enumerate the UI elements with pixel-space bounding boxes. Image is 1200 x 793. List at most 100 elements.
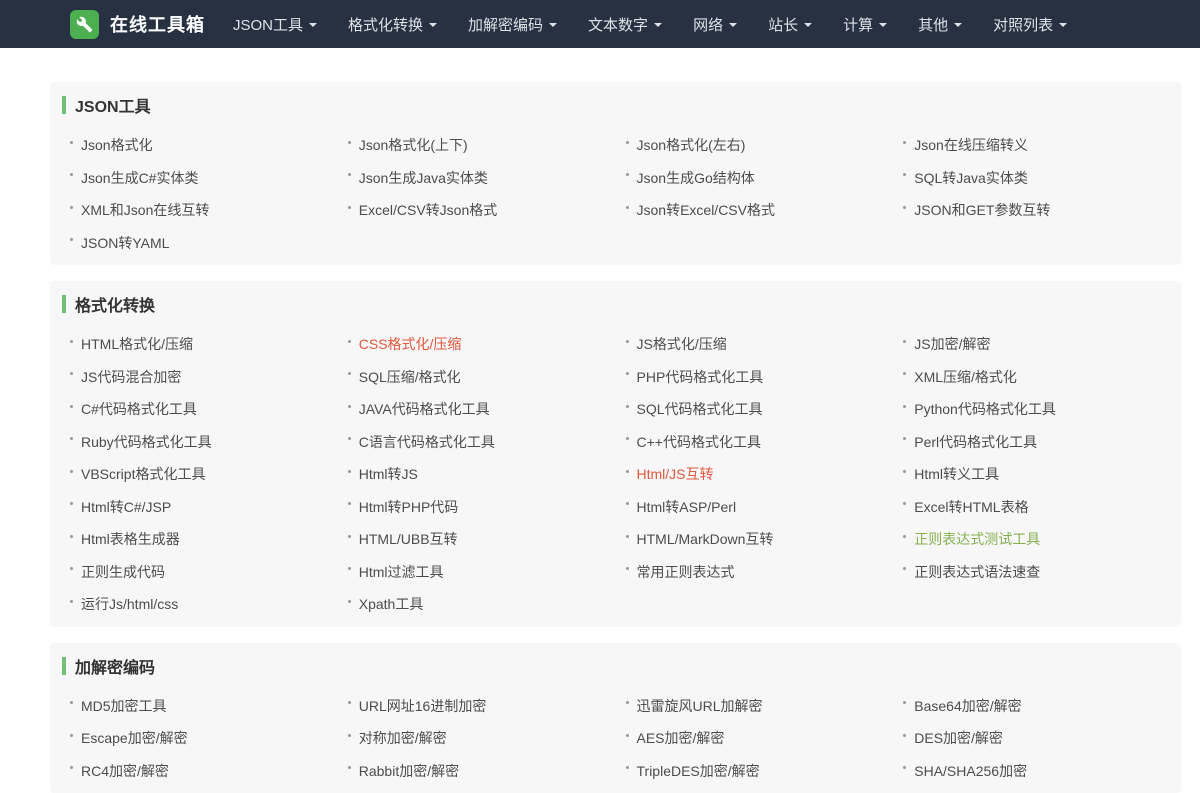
tool-link[interactable]: CSS格式化/压缩	[359, 334, 462, 354]
tool-link[interactable]: RC4加密/解密	[81, 761, 169, 781]
tool-link[interactable]: HTML/MarkDown互转	[637, 529, 774, 549]
tool-link[interactable]: C语言代码格式化工具	[359, 432, 495, 452]
tool-link[interactable]: Perl代码格式化工具	[914, 432, 1037, 452]
tool-link[interactable]: 对称加密/解密	[359, 728, 447, 748]
tool-link[interactable]: TripleDES加密/解密	[637, 761, 760, 781]
bullet-dot-icon	[626, 141, 629, 144]
tool-link[interactable]: AES加密/解密	[637, 728, 725, 748]
list-item: Html表格生成器	[60, 523, 338, 556]
tool-link[interactable]: C#代码格式化工具	[81, 399, 197, 419]
tool-link[interactable]: 正则生成代码	[81, 562, 165, 582]
tool-link[interactable]: Html/JS互转	[637, 464, 714, 484]
section-panel-JSON工具: JSON工具Json格式化Json格式化(上下)Json格式化(左右)Json在…	[50, 82, 1181, 265]
nav-item-计算[interactable]: 计算	[843, 14, 887, 35]
nav-item-label: 网络	[693, 14, 723, 35]
section-title: 加解密编码	[75, 654, 155, 678]
tool-link[interactable]: SQL压缩/格式化	[359, 367, 461, 387]
tool-link[interactable]: 运行Js/html/css	[81, 594, 178, 614]
list-item: JSON和GET参数互转	[893, 194, 1171, 227]
bullet-dot-icon	[903, 372, 906, 375]
tool-link[interactable]: Html转义工具	[914, 464, 999, 484]
bullet-dot-icon	[348, 734, 351, 737]
tool-link[interactable]: Json在线压缩转义	[914, 135, 1028, 155]
tool-link[interactable]: Json生成Go结构体	[637, 168, 755, 188]
tool-link[interactable]: JS代码混合加密	[81, 367, 181, 387]
tool-link[interactable]: Json格式化(上下)	[359, 135, 468, 155]
tool-link[interactable]: C++代码格式化工具	[637, 432, 761, 452]
nav-item-文本数字[interactable]: 文本数字	[588, 14, 662, 35]
brand-title: 在线工具箱	[110, 11, 205, 37]
list-item: Ruby代码格式化工具	[60, 426, 338, 459]
tool-link[interactable]: Html转C#/JSP	[81, 497, 171, 517]
tool-link[interactable]: 正则表达式测试工具	[914, 529, 1040, 549]
tool-link[interactable]: JSON转YAML	[81, 233, 169, 253]
brand[interactable]: 在线工具箱	[70, 10, 205, 39]
list-item: HTML/MarkDown互转	[616, 523, 894, 556]
tool-link[interactable]: Rabbit加密/解密	[359, 761, 459, 781]
tool-link[interactable]: Json生成Java实体类	[359, 168, 488, 188]
list-item: VBScript格式化工具	[60, 458, 338, 491]
tool-link[interactable]: Ruby代码格式化工具	[81, 432, 212, 452]
bullet-dot-icon	[903, 734, 906, 737]
tool-link[interactable]: JS格式化/压缩	[637, 334, 727, 354]
nav-item-网络[interactable]: 网络	[693, 14, 737, 35]
tool-link[interactable]: Xpath工具	[359, 594, 424, 614]
tool-link[interactable]: Excel/CSV转Json格式	[359, 200, 497, 220]
section-header: 格式化转换	[60, 293, 1171, 328]
tool-link[interactable]: 正则表达式语法速查	[914, 562, 1040, 582]
bullet-dot-icon	[348, 437, 351, 440]
nav-item-JSON工具[interactable]: JSON工具	[233, 14, 317, 35]
tool-link[interactable]: Escape加密/解密	[81, 728, 188, 748]
tool-link[interactable]: Base64加密/解密	[914, 696, 1021, 716]
bullet-dot-icon	[348, 502, 351, 505]
tool-link[interactable]: Excel转HTML表格	[914, 497, 1028, 517]
tool-link[interactable]: URL网址16进制加密	[359, 696, 487, 716]
tool-link[interactable]: SHA/SHA256加密	[914, 761, 1027, 781]
nav-item-其他[interactable]: 其他	[918, 14, 962, 35]
tool-link[interactable]: MD5加密工具	[81, 696, 167, 716]
tool-link[interactable]: Json生成C#实体类	[81, 168, 198, 188]
tool-link[interactable]: HTML/UBB互转	[359, 529, 458, 549]
tool-link[interactable]: Html转ASP/Perl	[637, 497, 737, 517]
tool-link[interactable]: HTML格式化/压缩	[81, 334, 193, 354]
tool-link[interactable]: Json转Excel/CSV格式	[637, 200, 775, 220]
tool-link[interactable]: PHP代码格式化工具	[637, 367, 764, 387]
tool-link[interactable]: Json格式化	[81, 135, 153, 155]
list-item: C语言代码格式化工具	[338, 426, 616, 459]
tool-link[interactable]: Python代码格式化工具	[914, 399, 1056, 419]
tool-link[interactable]: VBScript格式化工具	[81, 464, 205, 484]
bullet-dot-icon	[903, 340, 906, 343]
tool-link[interactable]: JS加密/解密	[914, 334, 990, 354]
list-item: HTML格式化/压缩	[60, 328, 338, 361]
tool-link[interactable]: JAVA代码格式化工具	[359, 399, 490, 419]
tool-link[interactable]: XML压缩/格式化	[914, 367, 1017, 387]
nav-item-格式化转换[interactable]: 格式化转换	[348, 14, 437, 35]
bullet-dot-icon	[70, 701, 73, 704]
list-item: MD5加密工具	[60, 690, 338, 723]
tool-link[interactable]: DES加密/解密	[914, 728, 1003, 748]
tool-link[interactable]: Html转JS	[359, 464, 418, 484]
tool-link[interactable]: Json格式化(左右)	[637, 135, 746, 155]
tool-link[interactable]: XML和Json在线互转	[81, 200, 209, 220]
tool-link[interactable]: SQL转Java实体类	[914, 168, 1028, 188]
tool-link[interactable]: 迅雷旋风URL加解密	[637, 696, 763, 716]
tool-link[interactable]: SQL代码格式化工具	[637, 399, 763, 419]
nav-item-加解密编码[interactable]: 加解密编码	[468, 14, 557, 35]
tool-link[interactable]: Html过滤工具	[359, 562, 444, 582]
bullet-dot-icon	[348, 470, 351, 473]
tool-link[interactable]: JSON和GET参数互转	[914, 200, 1050, 220]
section-title: 格式化转换	[75, 292, 155, 316]
list-item: URL网址16进制加密	[338, 690, 616, 723]
list-item: 正则表达式语法速查	[893, 556, 1171, 589]
bullet-dot-icon	[903, 701, 906, 704]
tool-link[interactable]: 常用正则表达式	[637, 562, 735, 582]
bullet-dot-icon	[903, 502, 906, 505]
list-item: TripleDES加密/解密	[616, 755, 894, 788]
list-item: Json生成Go结构体	[616, 162, 894, 195]
tool-link[interactable]: Html转PHP代码	[359, 497, 459, 517]
bullet-dot-icon	[626, 206, 629, 209]
bullet-dot-icon	[70, 372, 73, 375]
tool-link[interactable]: Html表格生成器	[81, 529, 180, 549]
nav-item-站长[interactable]: 站长	[768, 14, 812, 35]
nav-item-对照列表[interactable]: 对照列表	[993, 14, 1067, 35]
